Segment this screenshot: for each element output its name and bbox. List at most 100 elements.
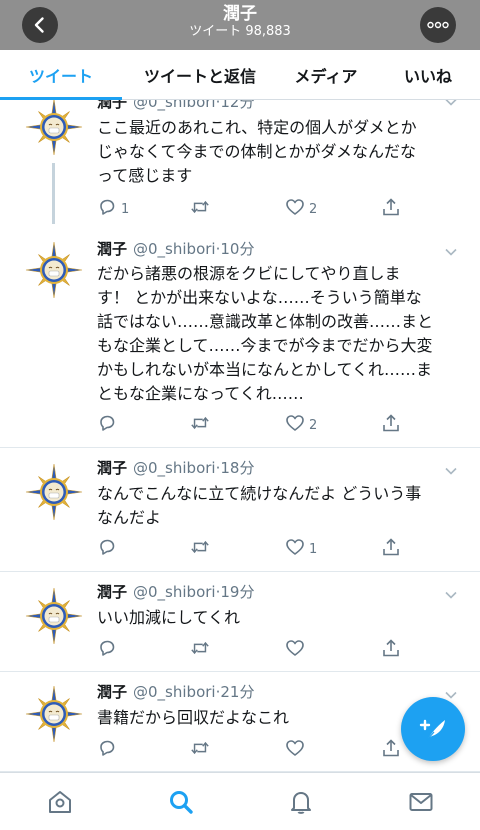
- heart-icon: [285, 413, 305, 437]
- tweet-actions: [97, 739, 417, 763]
- more-dots-icon: [427, 21, 449, 29]
- share-icon: [381, 738, 401, 762]
- tweet-author-name[interactable]: 潤子: [97, 240, 127, 258]
- share-button[interactable]: [381, 739, 401, 761]
- retweet-button[interactable]: [190, 739, 214, 761]
- like-button[interactable]: 2: [285, 414, 317, 436]
- retweet-button[interactable]: [190, 538, 214, 560]
- like-count: 2: [309, 201, 318, 217]
- like-button[interactable]: 1: [285, 538, 317, 560]
- tweet-handle[interactable]: @0_shibori: [133, 240, 216, 258]
- retweet-button[interactable]: [190, 198, 214, 220]
- tab-tweets-and-replies[interactable]: ツイートと返信: [130, 50, 270, 100]
- nav-messages[interactable]: [408, 789, 434, 815]
- tweet-actions: [97, 639, 417, 663]
- reply-icon: [97, 413, 117, 437]
- tweet[interactable]: 潤子 @0_shibori·10分 だから諸悪の根源をクビにしてやり直しま す！ …: [0, 224, 480, 448]
- tab-tweets[interactable]: ツイート: [0, 50, 122, 100]
- tweet-actions: 2: [97, 414, 417, 438]
- share-icon: [381, 197, 401, 221]
- reply-icon: [97, 738, 117, 762]
- compose-feather-icon: [419, 719, 445, 741]
- tweet-handle[interactable]: @0_shibori: [133, 683, 216, 701]
- tweet-author-name[interactable]: 潤子: [97, 683, 127, 701]
- chevron-down-icon[interactable]: [444, 463, 458, 477]
- share-button[interactable]: [381, 639, 401, 661]
- profile-tabs: ツイート ツイートと返信 メディア いいね: [0, 50, 480, 100]
- retweet-button[interactable]: [190, 639, 214, 661]
- tweet-author-name[interactable]: 潤子: [97, 459, 127, 477]
- tweet-timeline[interactable]: 潤子 @0_shibori·12分 ここ最近のあれこれ、特定の個人がダメとか じゃ…: [0, 100, 480, 772]
- reply-icon: [97, 638, 117, 662]
- nav-search[interactable]: [168, 789, 194, 815]
- share-icon: [381, 537, 401, 561]
- avatar[interactable]: [24, 100, 84, 157]
- retweet-button[interactable]: [190, 414, 214, 436]
- share-button[interactable]: [381, 414, 401, 436]
- avatar[interactable]: [24, 240, 84, 300]
- like-button[interactable]: [285, 739, 309, 761]
- tweet-author-name[interactable]: 潤子: [97, 100, 127, 111]
- reply-icon: [97, 197, 117, 221]
- tweet[interactable]: 潤子 @0_shibori·19分 いい加減にしてくれ: [0, 572, 480, 672]
- chevron-down-icon[interactable]: [444, 100, 458, 108]
- share-button[interactable]: [381, 198, 401, 220]
- retweet-icon: [190, 638, 210, 662]
- thread-line: [52, 163, 55, 225]
- messages-mail-icon: [409, 793, 433, 811]
- bottom-navigation: [0, 772, 480, 830]
- tweet[interactable]: 潤子 @0_shibori·12分 ここ最近のあれこれ、特定の個人がダメとか じゃ…: [0, 100, 480, 225]
- more-button[interactable]: [420, 7, 456, 43]
- tweet-text: だから諸悪の根源をクビにしてやり直しま す！ とかが出来ないよな……そういう簡単…: [97, 264, 434, 403]
- heart-icon: [285, 738, 305, 762]
- tweet-actions: 1: [97, 538, 417, 562]
- tab-media[interactable]: メディア: [280, 50, 372, 100]
- like-count: 2: [309, 417, 318, 433]
- tweet-time: ·18分: [215, 459, 255, 477]
- tweet-author-name[interactable]: 潤子: [97, 583, 127, 601]
- tweet-handle[interactable]: @0_shibori: [133, 583, 216, 601]
- avatar[interactable]: [24, 586, 84, 646]
- reply-button[interactable]: [97, 414, 121, 436]
- profile-header: 潤子 ツイート 98,883: [0, 0, 480, 50]
- heart-icon: [285, 638, 305, 662]
- tweet-text: ここ最近のあれこれ、特定の個人がダメとか じゃなくて今までの体制とかがダメなんだ…: [97, 118, 417, 185]
- like-button[interactable]: 2: [285, 198, 317, 220]
- share-icon: [381, 638, 401, 662]
- avatar[interactable]: [24, 684, 84, 744]
- reply-button[interactable]: 1: [97, 198, 129, 220]
- heart-icon: [285, 537, 305, 561]
- notifications-bell-icon: [291, 792, 311, 814]
- profile-name-title: 潤子: [223, 4, 257, 24]
- like-count: 1: [309, 541, 318, 557]
- tweet-handle[interactable]: @0_shibori: [133, 459, 216, 477]
- reply-button[interactable]: [97, 639, 121, 661]
- nav-home[interactable]: [47, 789, 73, 815]
- tweet-time: ·21分: [215, 683, 255, 701]
- tweet-text: なんでこんなに立て続けなんだよ どういう事 なんだよ: [97, 484, 422, 527]
- tweet-time: ·12分: [215, 100, 255, 111]
- avatar[interactable]: [24, 462, 84, 522]
- tweet-handle[interactable]: @0_shibori: [133, 100, 216, 111]
- tab-likes[interactable]: いいね: [388, 50, 468, 100]
- nav-notifications[interactable]: [288, 789, 314, 815]
- retweet-icon: [190, 413, 210, 437]
- chevron-down-icon[interactable]: [444, 244, 458, 258]
- tweet[interactable]: 潤子 @0_shibori·18分 なんでこんなに立て続けなんだよ どういう事 な…: [0, 448, 480, 572]
- retweet-icon: [190, 537, 210, 561]
- chevron-down-icon[interactable]: [444, 587, 458, 601]
- compose-tweet-button[interactable]: [401, 697, 465, 761]
- share-icon: [381, 413, 401, 437]
- share-button[interactable]: [381, 538, 401, 560]
- reply-button[interactable]: [97, 739, 121, 761]
- reply-icon: [97, 537, 117, 561]
- tweet-count: ツイート 98,883: [189, 24, 291, 39]
- like-button[interactable]: [285, 639, 309, 661]
- tweet-time: ·10分: [215, 240, 255, 258]
- search-icon: [170, 791, 193, 814]
- heart-icon: [285, 197, 305, 221]
- retweet-icon: [190, 738, 210, 762]
- reply-count: 1: [121, 201, 130, 217]
- reply-button[interactable]: [97, 538, 121, 560]
- home-icon: [49, 791, 71, 813]
